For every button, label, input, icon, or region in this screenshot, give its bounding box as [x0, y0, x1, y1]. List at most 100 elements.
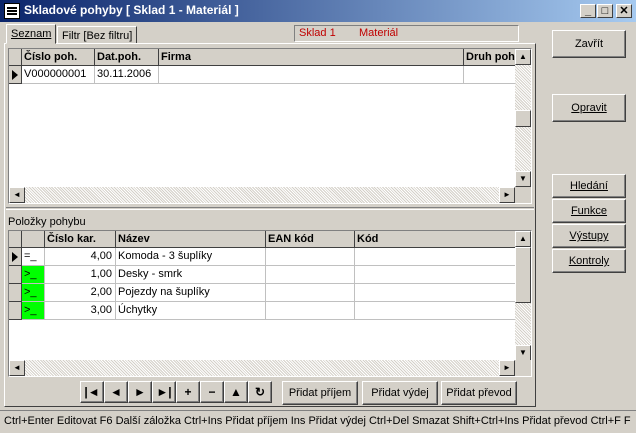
context-material: Materiál	[359, 27, 399, 39]
window-title: Skladové pohyby [ Sklad 1 - Materiál ]	[24, 3, 239, 17]
cell-ean[interactable]	[266, 302, 355, 320]
items-scroll-corner	[515, 360, 531, 376]
cell-status[interactable]: >_	[22, 302, 45, 320]
top-hscrollbar[interactable]: ◄ ►	[9, 187, 515, 203]
add-receipt-button[interactable]: Přidat příjem	[282, 381, 358, 405]
nav-last-button[interactable]: ►|	[152, 381, 176, 403]
cell-cislo-kar[interactable]: 4,00	[45, 248, 116, 266]
items-scroll-up-button[interactable]: ▲	[515, 231, 531, 247]
splitter[interactable]	[6, 207, 534, 210]
col-nazev[interactable]: Název	[116, 231, 266, 248]
functions-label: Funkce	[570, 205, 608, 217]
cell-nazev[interactable]: Komoda - 3 šuplíky	[116, 248, 266, 266]
status-bar: Ctrl+Enter Editovat F6 Další záložka Ctr…	[0, 410, 636, 433]
nav-prior-button[interactable]: ◄	[104, 381, 128, 403]
row-indicator	[9, 284, 22, 302]
grid-corner	[9, 49, 22, 66]
nav-edit-button[interactable]: ▲	[224, 381, 248, 403]
cell-nazev[interactable]: Úchytky	[116, 302, 266, 320]
row-indicator	[9, 302, 22, 320]
search-button[interactable]: Hledání	[552, 174, 626, 198]
outputs-label: Výstupy	[569, 230, 609, 242]
items-grid-corner	[9, 231, 22, 248]
row-indicator	[9, 266, 22, 284]
minimize-button[interactable]: _	[580, 4, 596, 18]
cell-dat-poh[interactable]: 30.11.2006	[95, 66, 159, 84]
scroll-corner	[515, 187, 531, 203]
col-dat-poh[interactable]: Dat.poh.	[95, 49, 159, 66]
cell-ean[interactable]	[266, 248, 355, 266]
scroll-down-button[interactable]: ▼	[515, 171, 531, 187]
items-section-label: Položky pohybu	[8, 216, 86, 228]
items-scroll-down-button[interactable]: ▼	[515, 345, 531, 361]
checks-button[interactable]: Kontroly	[552, 249, 626, 273]
cell-status[interactable]: >_	[22, 266, 45, 284]
cell-kod[interactable]	[355, 266, 516, 284]
col-cislo-poh[interactable]: Číslo poh.	[22, 49, 95, 66]
checks-label: Kontroly	[568, 255, 610, 267]
cell-ean[interactable]	[266, 266, 355, 284]
scroll-left-button[interactable]: ◄	[9, 187, 25, 203]
top-vscrollbar[interactable]: ▲ ▼	[515, 49, 531, 187]
cell-kod[interactable]	[355, 302, 516, 320]
nav-refresh-button[interactable]: ↻	[248, 381, 272, 403]
movements-grid[interactable]: Číslo poh. Dat.poh. Firma Druh pohy V000…	[8, 48, 532, 204]
cell-status[interactable]: >_	[22, 284, 45, 302]
tab-filtr[interactable]: Filtr [Bez filtru]	[57, 26, 138, 44]
functions-button[interactable]: Funkce	[552, 199, 626, 223]
app-icon	[4, 3, 20, 19]
close-form-label: Zavřít	[574, 38, 604, 50]
items-scroll-right-button[interactable]: ►	[499, 360, 515, 376]
col-ean[interactable]: EAN kód	[266, 231, 355, 248]
edit-label: Opravit	[571, 102, 607, 114]
cell-cislo-kar[interactable]: 1,00	[45, 266, 116, 284]
edit-button[interactable]: Opravit	[552, 94, 626, 122]
cell-kod[interactable]	[355, 248, 516, 266]
scroll-up-button[interactable]: ▲	[515, 49, 531, 65]
scroll-thumb[interactable]	[515, 110, 531, 127]
items-hscrollbar[interactable]: ◄ ►	[9, 360, 515, 376]
tab-filtr-label: Filtr [Bez filtru]	[62, 30, 133, 42]
scroll-right-button[interactable]: ►	[499, 187, 515, 203]
add-transfer-button[interactable]: Přidat převod	[441, 381, 517, 405]
tab-seznam[interactable]: Seznam	[6, 24, 57, 44]
close-form-button[interactable]: Zavřít	[552, 30, 626, 58]
col-status[interactable]	[22, 231, 45, 248]
items-grid[interactable]: Číslo kar. Název EAN kód Kód =_ 4,00 Komod…	[8, 230, 532, 377]
cell-ean[interactable]	[266, 284, 355, 302]
nav-next-button[interactable]: ►	[128, 381, 152, 403]
cell-nazev[interactable]: Desky - smrk	[116, 266, 266, 284]
nav-delete-button[interactable]: −	[200, 381, 224, 403]
add-issue-button[interactable]: Přidat výdej	[362, 381, 438, 405]
col-druh-pohybu[interactable]: Druh pohy	[464, 49, 516, 66]
context-sklad: Sklad 1	[299, 27, 336, 39]
cell-cislo-kar[interactable]: 2,00	[45, 284, 116, 302]
nav-insert-button[interactable]: +	[176, 381, 200, 403]
cell-druh[interactable]	[464, 66, 516, 84]
tab-seznam-label: Seznam	[11, 28, 52, 40]
current-row-icon	[12, 70, 18, 80]
cell-cislo-kar[interactable]: 3,00	[45, 302, 116, 320]
cell-cislo-poh[interactable]: V000000001	[22, 66, 95, 84]
maximize-button[interactable]: □	[597, 4, 613, 18]
col-cislo-kar[interactable]: Číslo kar.	[45, 231, 116, 248]
outputs-button[interactable]: Výstupy	[552, 224, 626, 248]
col-kod[interactable]: Kód	[355, 231, 516, 248]
items-vscrollbar[interactable]: ▲ ▼	[515, 231, 531, 361]
row-indicator	[9, 248, 22, 266]
cell-firma[interactable]	[159, 66, 464, 84]
context-panel: Sklad 1 Materiál	[294, 25, 519, 42]
items-scroll-thumb[interactable]	[515, 247, 531, 303]
nav-first-button[interactable]: |◄	[80, 381, 104, 403]
cell-status[interactable]: =_	[22, 248, 45, 266]
title-bar[interactable]: Skladové pohyby [ Sklad 1 - Materiál ] _…	[0, 0, 636, 22]
close-button[interactable]: ✕	[616, 4, 632, 18]
cell-nazev[interactable]: Pojezdy na šuplíky	[116, 284, 266, 302]
col-firma[interactable]: Firma	[159, 49, 464, 66]
cell-kod[interactable]	[355, 284, 516, 302]
add-receipt-label: Přidat příjem	[288, 387, 352, 399]
add-issue-label: Přidat výdej	[371, 387, 429, 399]
items-scroll-left-button[interactable]: ◄	[9, 360, 25, 376]
current-row-icon	[12, 252, 18, 262]
add-transfer-label: Přidat převod	[446, 387, 512, 399]
